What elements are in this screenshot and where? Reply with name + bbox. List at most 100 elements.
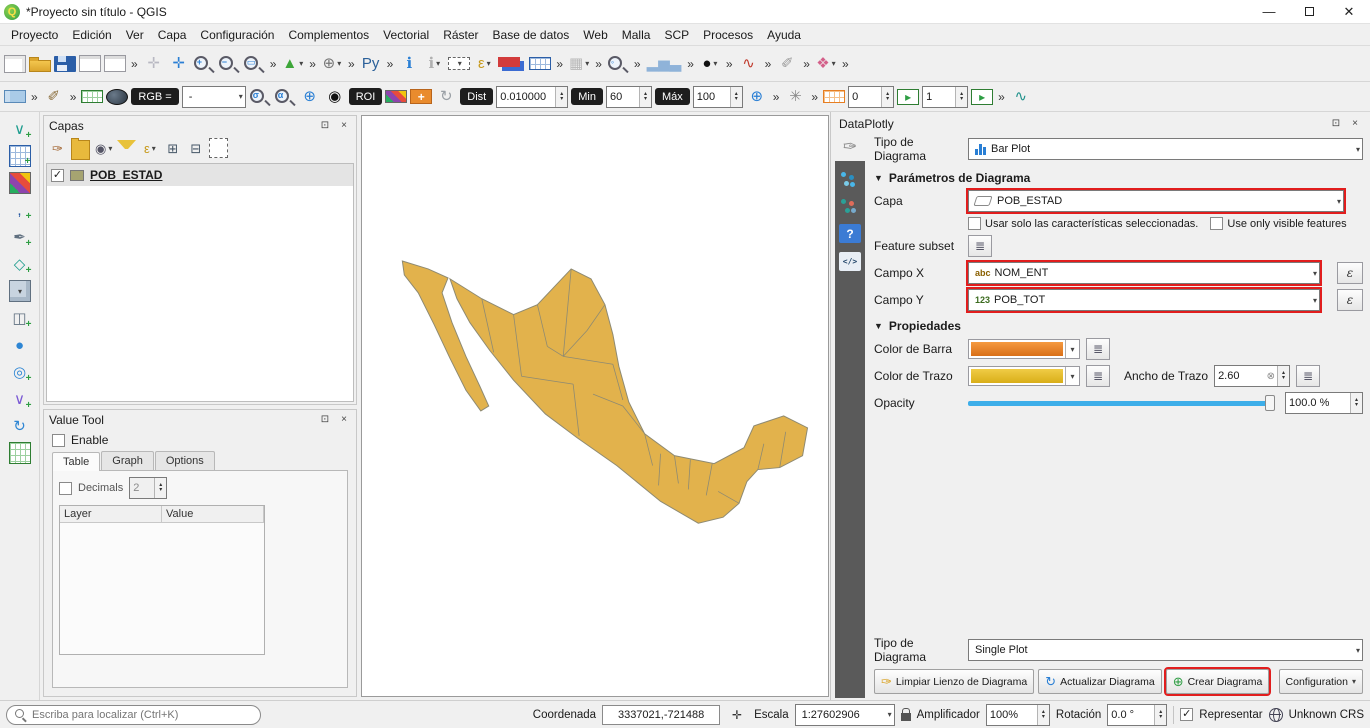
menu-web[interactable]: Web: [576, 26, 614, 44]
collapse-all[interactable]: ⊟: [186, 138, 205, 158]
stroke-color-button[interactable]: ▾: [968, 366, 1080, 386]
y-field-combo[interactable]: 123 POB_TOT ▾: [966, 287, 1322, 313]
toolbar-overflow[interactable]: »: [840, 57, 851, 71]
close-button[interactable]: ✕: [1332, 2, 1366, 22]
toolbar-overflow[interactable]: »: [724, 57, 735, 71]
menu-vectorial[interactable]: Vectorial: [376, 26, 436, 44]
scale-combo[interactable]: 1:27602906 ▾: [794, 703, 895, 726]
scp-classification-preview[interactable]: [385, 90, 408, 103]
minimize-button[interactable]: —: [1252, 2, 1286, 22]
pan-to-selection[interactable]: ✛: [168, 52, 190, 76]
float-panel-icon[interactable]: ⊡: [318, 120, 332, 131]
toolbar-overflow[interactable]: »: [129, 57, 140, 71]
style-manager[interactable]: ✐: [43, 85, 65, 109]
temporal-controller[interactable]: ● ▾: [699, 52, 721, 76]
toolbar-overflow[interactable]: »: [632, 57, 643, 71]
scp-zoom-extent[interactable]: ⊕: [746, 85, 768, 109]
help-tab[interactable]: ?: [839, 224, 861, 243]
dataplotly-toolbar-icon[interactable]: ∿: [1010, 85, 1032, 109]
map-canvas[interactable]: [361, 115, 829, 697]
add-delimited-text-layer[interactable]: , +: [9, 199, 31, 222]
dist-spin[interactable]: 0.010000 ▴ ▾: [496, 85, 569, 108]
opacity-spinner[interactable]: 100.0 % ▴ ▾: [1285, 392, 1363, 414]
code-tab[interactable]: </>: [839, 252, 861, 271]
restore-button[interactable]: [1292, 2, 1326, 22]
rotation-spinner[interactable]: 0.0 ° ▴ ▾: [1107, 703, 1168, 726]
close-panel-icon[interactable]: ×: [337, 414, 351, 425]
scp-add-roi[interactable]: [410, 89, 433, 104]
toolbar-overflow[interactable]: »: [346, 57, 357, 71]
rgb-combo[interactable]: - ▾: [181, 85, 246, 108]
save-project[interactable]: [54, 55, 76, 72]
bar-color-button[interactable]: ▾: [968, 339, 1080, 359]
scp-undo[interactable]: ↻: [435, 85, 457, 109]
zoom-in[interactable]: +: [193, 55, 215, 72]
menu-proyecto[interactable]: Proyecto: [4, 26, 65, 44]
profile-tool[interactable]: ∿: [738, 52, 760, 76]
stroke-color-data-defined-button[interactable]: ≣: [1086, 365, 1110, 387]
plot-mode-combo[interactable]: Single Plot ▾: [968, 639, 1363, 661]
use-selected-features-option[interactable]: Usar solo las características selecciona…: [968, 217, 1198, 230]
extents-toggle-icon[interactable]: ✛: [726, 703, 748, 727]
manage-map-themes[interactable]: ◉ ▾: [94, 138, 113, 158]
coordinate-value[interactable]: 3337021,-721488: [602, 704, 721, 725]
open-project[interactable]: [29, 56, 51, 72]
toolbar-overflow[interactable]: »: [307, 57, 318, 71]
field-calculator[interactable]: ▦ ▾: [568, 52, 590, 76]
use-visible-features-option[interactable]: Use only visible features: [1210, 217, 1347, 230]
serval-band-spin[interactable]: 0 ▴ ▾: [848, 85, 895, 108]
pan-map[interactable]: ✛: [143, 52, 165, 76]
configuration-button[interactable]: Configuration ▾: [1278, 669, 1363, 694]
processing-options[interactable]: ✳: [784, 85, 806, 109]
scp-band-set[interactable]: [81, 90, 104, 103]
close-panel-icon[interactable]: ×: [1348, 118, 1362, 129]
max-spin[interactable]: 100 ▴ ▾: [692, 85, 743, 108]
menu-capa[interactable]: Capa: [151, 26, 194, 44]
remove-layer[interactable]: [209, 138, 229, 158]
select-by-expression[interactable]: ε ▾: [473, 52, 495, 76]
plot-settings-tab[interactable]: [839, 170, 861, 188]
toolbar-overflow[interactable]: »: [554, 57, 565, 71]
open-layer-styling[interactable]: ✑: [48, 138, 67, 158]
toolbar-overflow[interactable]: »: [593, 57, 604, 71]
new-print-layout[interactable]: [79, 55, 101, 72]
vertex-editor[interactable]: ❖ ▾: [815, 52, 837, 76]
crs-globe-icon[interactable]: [1268, 707, 1283, 722]
roi-dot-icon[interactable]: ◉: [324, 85, 346, 109]
add-group[interactable]: [71, 137, 90, 160]
decimals-checkbox[interactable]: [59, 481, 72, 495]
add-virtual-layer[interactable]: ∨ +: [9, 388, 32, 411]
scp-zoom-sigma[interactable]: α: [274, 88, 296, 105]
add-spatialite-layer[interactable]: ✒ +: [9, 226, 31, 249]
python-console[interactable]: Py: [360, 52, 382, 76]
clear-value-icon[interactable]: ⊗: [1267, 366, 1277, 386]
toolbar-overflow[interactable]: »: [771, 90, 782, 104]
column-header-value[interactable]: Value: [162, 506, 264, 523]
stroke-width-data-defined-button[interactable]: ≣: [1296, 365, 1321, 387]
expand-all[interactable]: ⊞: [163, 138, 182, 158]
crs-label[interactable]: Unknown CRS: [1289, 709, 1364, 721]
decimals-spinner[interactable]: 2 ▴ ▾: [129, 477, 168, 499]
menu-ráster[interactable]: Ráster: [436, 26, 485, 44]
x-field-combo[interactable]: abc NOM_ENT ▾: [966, 260, 1322, 286]
menu-edición[interactable]: Edición: [65, 26, 118, 44]
layer-name[interactable]: POB_ESTAD: [90, 168, 162, 182]
add-wfs-layer[interactable]: ◎ +: [9, 361, 32, 384]
tab-graph[interactable]: Graph: [101, 451, 154, 470]
new-map-view[interactable]: [4, 90, 26, 103]
dataplotly-plugin-icon[interactable]: ✑: [843, 133, 857, 161]
lock-scale-icon[interactable]: [900, 707, 911, 721]
scp-working-toolbar[interactable]: [106, 88, 129, 105]
refresh-connections[interactable]: ↻: [9, 415, 31, 437]
use-selected-features-checkbox[interactable]: [968, 217, 981, 230]
layer-combo[interactable]: POB_ESTAD ▾: [966, 188, 1346, 214]
data-source-manager[interactable]: [8, 442, 31, 464]
menu-procesos[interactable]: Procesos: [696, 26, 760, 44]
float-panel-icon[interactable]: ⊡: [1329, 118, 1343, 129]
toolbar-overflow[interactable]: »: [763, 57, 774, 71]
plot-type-combo[interactable]: Bar Plot ▾: [968, 138, 1363, 160]
opacity-slider-handle[interactable]: [1265, 395, 1275, 411]
scp-pointer[interactable]: ⊕: [299, 85, 321, 109]
menu-complementos[interactable]: Complementos: [281, 26, 376, 44]
menu-malla[interactable]: Malla: [615, 26, 658, 44]
